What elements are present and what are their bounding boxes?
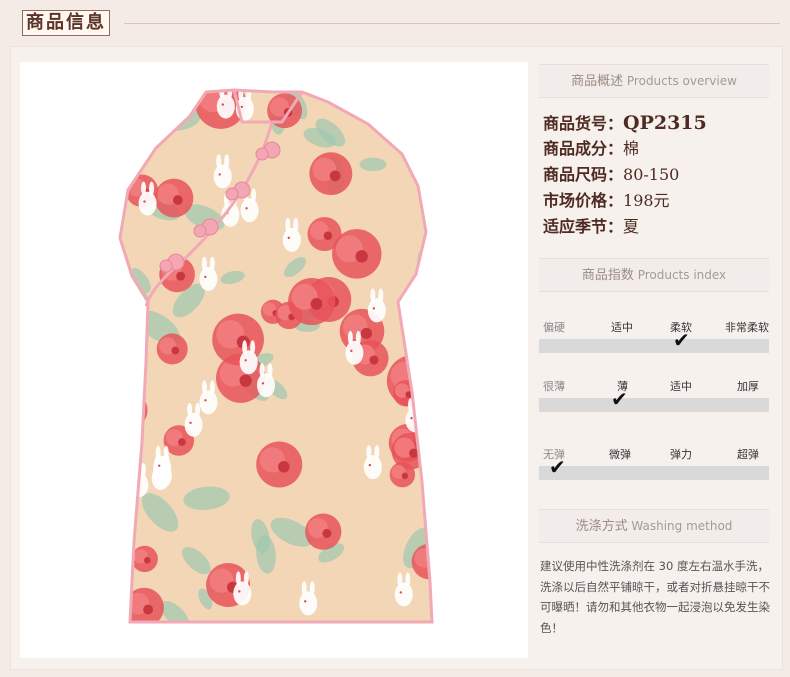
info-row-season: 适应季节：夏: [543, 214, 707, 240]
scale-labels: 偏硬 适中 柔软 非常柔软: [539, 319, 769, 335]
info-key: 商品货号：: [543, 114, 624, 133]
info-key: 适应季节：: [543, 217, 624, 236]
section-header: 商品信息: [0, 0, 790, 46]
info-row-material: 商品成分：棉: [543, 136, 707, 162]
section-title: 商品信息: [22, 10, 110, 36]
info-value: 198元: [623, 191, 670, 210]
info-value: 80-150: [623, 165, 680, 184]
check-icon: ✔: [611, 387, 628, 411]
thickness-scale: 很薄 薄 适中 加厚 ✔: [539, 378, 769, 412]
info-row-price: 市场价格：198元: [543, 188, 707, 214]
info-value: QP2315: [623, 112, 707, 134]
overview-heading: 商品概述 Products overview: [539, 64, 769, 98]
qipao-dress-icon: [118, 88, 434, 624]
info-key: 市场价格：: [543, 191, 624, 210]
scale-label: 偏硬: [543, 321, 565, 334]
scale-label: 弹力: [670, 448, 692, 461]
scale-bar: ✔: [539, 457, 769, 480]
product-photo: [20, 62, 528, 658]
washing-heading: 洗涤方式 Washing method: [539, 509, 769, 543]
scale-label: 适中: [611, 321, 633, 334]
scale-label: 很薄: [543, 380, 565, 393]
index-heading: 商品指数 Products index: [539, 258, 769, 292]
info-row-code: 商品货号：QP2315: [543, 110, 707, 136]
info-value: 夏: [623, 217, 640, 236]
overview-heading-zh: 商品概述: [571, 74, 624, 89]
scale-bar: ✔: [539, 330, 769, 353]
check-icon: ✔: [673, 328, 690, 352]
scale-label: 超弹: [737, 448, 759, 461]
check-icon: ✔: [549, 455, 566, 479]
scale-label: 非常柔软: [725, 321, 769, 334]
info-key: 商品成分：: [543, 139, 624, 158]
scale-label: 加厚: [737, 380, 759, 393]
index-heading-en: Products index: [637, 268, 727, 282]
elasticity-scale: 无弹 微弹 弹力 超弹 ✔: [539, 446, 769, 480]
overview-heading-en: Products overview: [626, 74, 737, 88]
info-value: 棉: [623, 139, 640, 158]
scale-bar: ✔: [539, 389, 769, 412]
washing-instructions: 建议使用中性洗涤剂在 30 度左右温水手洗，洗涤以后自然平铺晾干，或者对折悬挂晾…: [540, 559, 770, 635]
product-info: 商品货号：QP2315 商品成分：棉 商品尺码：80-150 市场价格：198元…: [543, 110, 707, 240]
scale-labels: 无弹 微弹 弹力 超弹: [539, 446, 769, 462]
scale-label: 微弹: [609, 448, 631, 461]
info-key: 商品尺码：: [543, 165, 624, 184]
title-divider: [124, 23, 780, 24]
softness-scale: 偏硬 适中 柔软 非常柔软 ✔: [539, 319, 769, 353]
info-row-size: 商品尺码：80-150: [543, 162, 707, 188]
washing-heading-en: Washing method: [631, 519, 733, 533]
washing-heading-zh: 洗涤方式: [575, 519, 628, 534]
scale-label: 适中: [670, 380, 692, 393]
scale-labels: 很薄 薄 适中 加厚: [539, 378, 769, 394]
index-heading-zh: 商品指数: [581, 268, 634, 283]
